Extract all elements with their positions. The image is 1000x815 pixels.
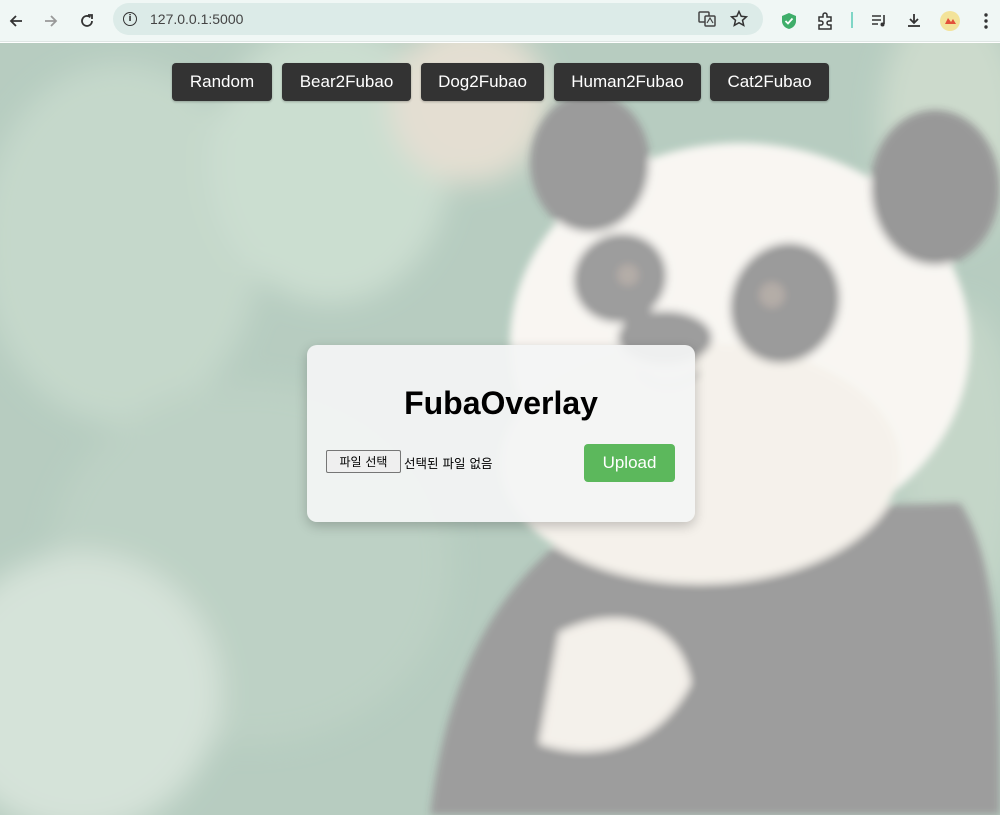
translate-icon[interactable] <box>693 5 721 33</box>
top-navigation: Random Bear2Fubao Dog2Fubao Human2Fubao … <box>0 63 1000 103</box>
profile-icon[interactable] <box>936 7 964 35</box>
download-icon[interactable] <box>900 7 928 35</box>
browser-toolbar: i 127.0.0.1:5000 <box>0 0 1000 42</box>
media-queue-icon[interactable] <box>865 7 893 35</box>
file-status-text: 선택된 파일 없음 <box>404 456 493 471</box>
extensions-icon[interactable] <box>811 7 839 35</box>
choose-file-button[interactable]: 파일 선택 <box>326 450 401 473</box>
address-url[interactable]: 127.0.0.1:5000 <box>150 11 243 27</box>
nav-button-dog2fubao[interactable]: Dog2Fubao <box>421 63 544 101</box>
shield-check-icon[interactable] <box>775 7 803 35</box>
page-title: FubaOverlay <box>404 385 598 421</box>
page-body: Random Bear2Fubao Dog2Fubao Human2Fubao … <box>0 43 1000 815</box>
forward-icon[interactable] <box>37 7 65 35</box>
back-icon[interactable] <box>2 7 30 35</box>
address-bar[interactable]: i 127.0.0.1:5000 <box>113 3 763 35</box>
site-info-icon[interactable]: i <box>123 12 137 26</box>
nav-button-bear2fubao[interactable]: Bear2Fubao <box>282 63 411 101</box>
bookmark-star-icon[interactable] <box>725 5 753 33</box>
menu-icon[interactable] <box>972 7 1000 35</box>
toolbar-divider <box>851 12 853 28</box>
nav-button-cat2fubao[interactable]: Cat2Fubao <box>710 63 829 101</box>
nav-button-random[interactable]: Random <box>172 63 272 101</box>
upload-button[interactable]: Upload <box>584 444 675 482</box>
reload-icon[interactable] <box>73 7 101 35</box>
upload-card: FubaOverlay 파일 선택 선택된 파일 없음 Upload <box>307 345 695 522</box>
nav-button-human2fubao[interactable]: Human2Fubao <box>554 63 701 101</box>
